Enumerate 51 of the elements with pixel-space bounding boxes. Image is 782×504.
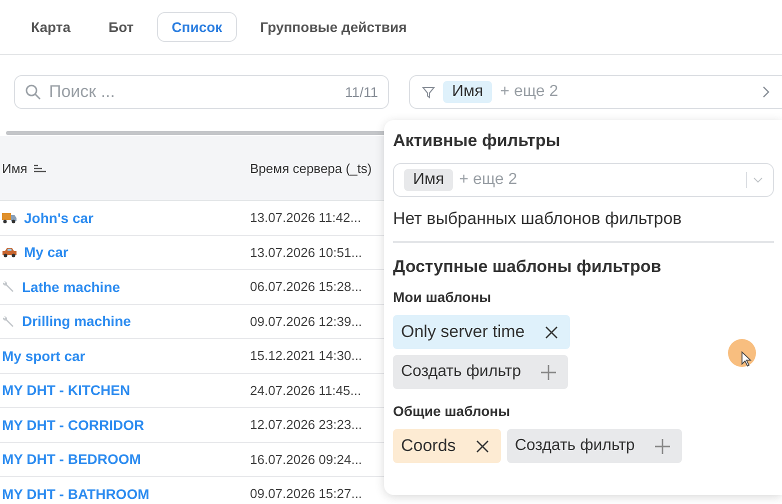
column-header[interactable]: Время сервера (_ts) <box>250 160 375 176</box>
create-filter-button[interactable]: Создать фильтр <box>393 355 568 389</box>
template-label: Only server time <box>401 322 525 342</box>
table-cell-text: 15.12.2021 14:30... <box>250 348 364 364</box>
template-chip[interactable]: Only server time <box>393 315 570 349</box>
filter-chip: Имя <box>404 169 454 191</box>
truck-icon <box>2 212 17 224</box>
close-icon[interactable] <box>544 326 558 338</box>
tab[interactable]: Список <box>156 12 238 42</box>
tab[interactable]: Бот <box>94 12 149 42</box>
filter-field[interactable]: Имя + еще 2 <box>409 75 782 109</box>
cursor-icon <box>727 338 757 370</box>
active-filters-select[interactable]: Имя + еще 2 <box>393 163 774 197</box>
plus-icon <box>654 438 670 454</box>
empty-message: Нет выбранных шаблонов фильтров <box>393 209 683 229</box>
table-cell-text: 16.07.2026 09:24... <box>250 452 364 467</box>
button-label: Создать фильтр <box>514 437 635 455</box>
horizontal-scrollbar[interactable] <box>6 131 386 135</box>
result-count: 11/11 <box>345 84 378 100</box>
column-header[interactable]: Имя <box>0 160 250 176</box>
car-icon <box>2 246 17 258</box>
tab[interactable]: Карта <box>16 12 86 42</box>
wrench-icon <box>2 314 15 328</box>
template-label: Coords <box>401 436 456 456</box>
chevron-down-icon <box>753 177 763 183</box>
create-filter-button[interactable]: Создать фильтр <box>506 429 682 463</box>
column-title: Имя <box>2 160 28 176</box>
table-cell-text: 13.07.2026 11:42... <box>250 210 362 226</box>
search-icon <box>25 84 41 100</box>
template-chip[interactable]: Coords <box>393 429 501 463</box>
table-cell-text: 06.07.2026 15:28... <box>250 279 364 294</box>
table-cell-text: 09.07.2026 12:39... <box>250 314 364 329</box>
group-title: Мои шаблоны <box>393 289 492 305</box>
filter-icon <box>422 86 435 98</box>
table-cell-text: 12.07.2026 23:23... <box>250 417 364 432</box>
table-cell-text: 13.07.2026 10:51... <box>250 244 364 260</box>
table-cell-text: 24.07.2026 11:45... <box>250 382 362 398</box>
chevron-right-icon <box>762 86 770 98</box>
sort-icon[interactable] <box>34 164 48 172</box>
plus-icon <box>541 364 556 380</box>
tab[interactable]: Групповые действия <box>245 12 422 42</box>
close-icon[interactable] <box>476 440 489 452</box>
more-filters-text: + еще 2 <box>459 171 518 189</box>
filter-chip: Имя <box>443 81 492 103</box>
table-cell-text: 09.07.2026 15:27... <box>250 486 364 502</box>
popup-title: Активные фильтры <box>393 131 562 151</box>
group-title: Общие шаблоны <box>393 403 512 419</box>
more-filters-text: + еще 2 <box>500 83 558 101</box>
button-label: Создать фильтр <box>401 363 521 381</box>
wrench-icon <box>2 280 15 294</box>
section-title: Доступные шаблоны фильтров <box>393 257 662 277</box>
